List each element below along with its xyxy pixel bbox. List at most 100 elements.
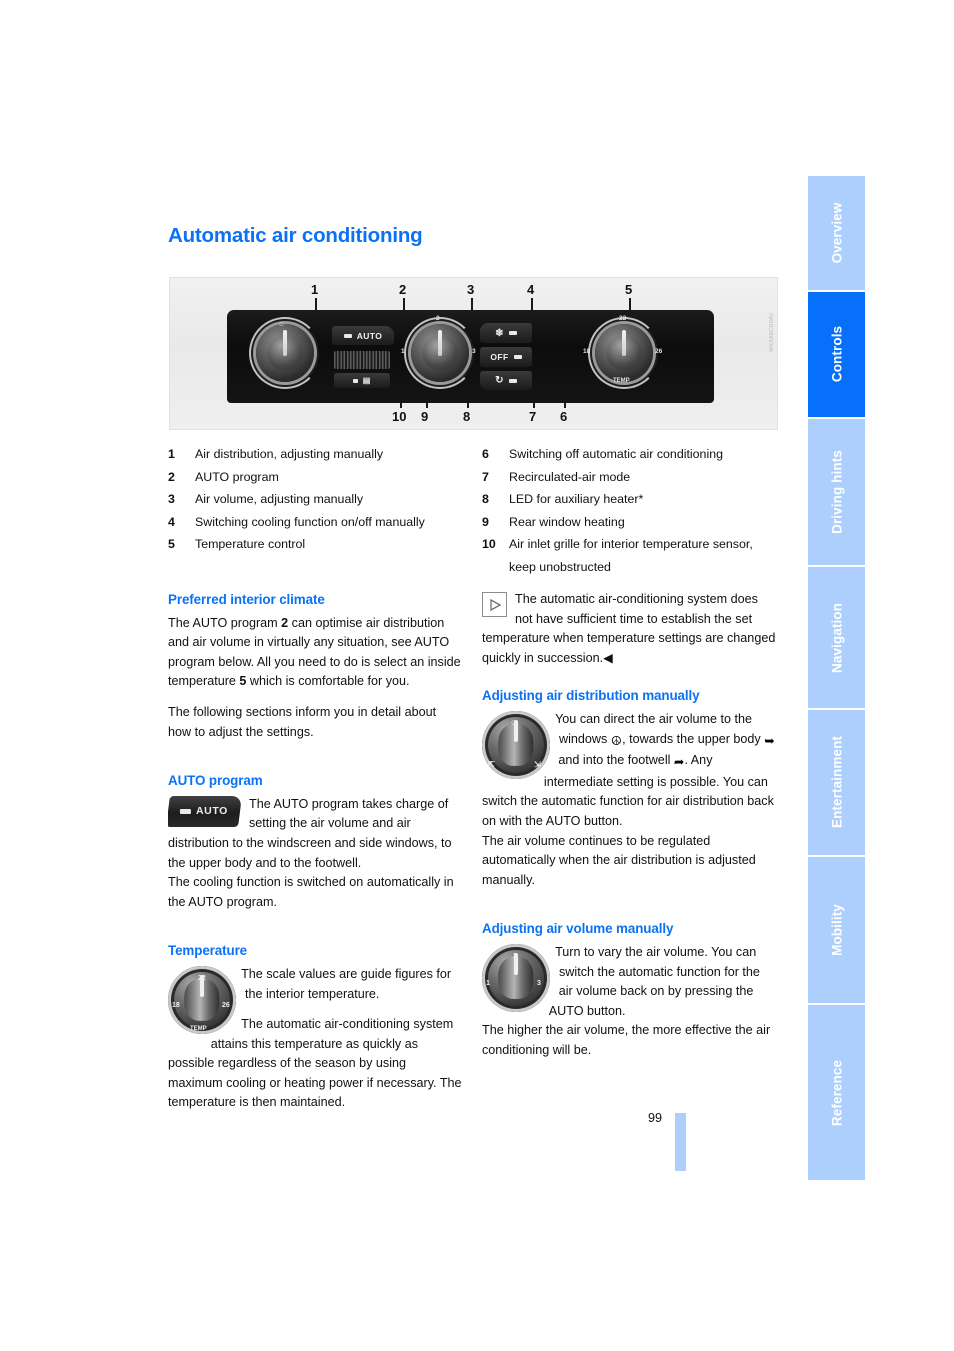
- off-button-label: OFF: [490, 352, 509, 362]
- sidebar-item-overview[interactable]: Overview: [808, 176, 865, 292]
- auto-thumb-led: [180, 808, 192, 814]
- chapter-tab-rail: Overview Controls Driving hints Navigati…: [808, 176, 865, 1180]
- legend-text: Temperature control: [195, 537, 306, 552]
- body-column-right: The automatic air-conditioning system do…: [482, 590, 776, 1060]
- defrost-symbol: ☺: [278, 321, 285, 328]
- text-run: , towards the upper body: [622, 731, 765, 746]
- tab-label: Overview: [829, 202, 844, 264]
- heading-auto-program: AUTO program: [168, 773, 263, 789]
- sidebar-item-reference[interactable]: Reference: [808, 1005, 865, 1180]
- auto-button[interactable]: AUTO: [332, 326, 394, 345]
- temp-tick-18: 18: [583, 348, 591, 355]
- windscreen-defrost-symbol: ☮: [610, 733, 623, 748]
- air-distribution-knob[interactable]: ☺: [249, 317, 321, 389]
- temp-thumb-tick-22: 22: [198, 974, 206, 982]
- volume-thumb-tick-1: 1: [486, 979, 490, 987]
- legend-column-left: 1 Air distribution, adjusting manually 2…: [168, 443, 468, 556]
- heading-adjusting-air-volume: Adjusting air volume manually: [482, 921, 674, 937]
- air-volume-tick-1: 1: [401, 348, 405, 355]
- callout-10: 10: [392, 409, 407, 424]
- paragraph-auto-program-2: The cooling function is switched on auto…: [168, 875, 454, 909]
- upper-body-symbol: ⇲: [534, 759, 541, 769]
- off-button[interactable]: OFF: [480, 347, 532, 367]
- legend-text: AUTO program: [195, 469, 279, 484]
- sidebar-item-controls[interactable]: Controls: [808, 291, 865, 419]
- tab-label: Mobility: [829, 904, 844, 956]
- legend-item: 2 AUTO program: [168, 466, 468, 489]
- temperature-block: 18 22 26 TEMP The scale values are guide…: [168, 965, 462, 1113]
- heading-temperature: Temperature: [168, 943, 248, 959]
- auto-program-block: AUTO The AUTO program takes charge of se…: [168, 795, 462, 873]
- air-volume-tick-2: 2: [436, 315, 440, 322]
- knob-pointer: [283, 330, 287, 356]
- defrost-symbol: ☺: [510, 717, 519, 727]
- text-run: and into the footwell: [558, 753, 674, 768]
- footwell-symbol: ⇱: [488, 759, 495, 769]
- temperature-knob[interactable]: 18 22 26 TEMP: [583, 315, 662, 389]
- rear-heating-led: [352, 378, 358, 383]
- text-run: which is comfortable for you.: [246, 674, 410, 689]
- temp-tick-22: 22: [619, 315, 627, 322]
- air-distribution-block: ☺ ⇱ ⇲ You can direct the air volume to t…: [482, 710, 776, 832]
- legend-number: 1: [168, 447, 175, 461]
- text-run: The automatic air-conditioning system do…: [482, 592, 776, 665]
- heading-adjusting-air-distribution: Adjusting air distribution manually: [482, 688, 700, 704]
- temp-thumb-label: TEMP: [190, 1025, 207, 1032]
- sidebar-item-driving-hints[interactable]: Driving hints: [808, 418, 865, 568]
- callout-7: 7: [529, 409, 537, 424]
- air-volume-tick-3: 3: [472, 348, 476, 355]
- heading-preferred-interior-climate: Preferred interior climate: [168, 592, 325, 607]
- legend-item: 9 Rear window heating: [482, 511, 782, 534]
- auto-thumb-label: AUTO: [196, 804, 228, 817]
- body-column-left: Preferred interior climate The AUTO prog…: [168, 590, 462, 1113]
- legend-item: 8 LED for auxiliary heater*: [482, 488, 782, 511]
- temp-thumb-tick-18: 18: [172, 1001, 180, 1009]
- callout-3: 3: [467, 282, 475, 297]
- legend-number: 7: [482, 469, 489, 484]
- tab-label: Controls: [829, 325, 844, 383]
- air-volume-knob[interactable]: 1 2 3: [401, 315, 476, 389]
- legend-item: 10 Air inlet grille for interior tempera…: [482, 533, 782, 578]
- note-triangle-icon: [482, 592, 507, 617]
- volume-thumb-tick-3: 3: [537, 979, 541, 987]
- temperature-knob-thumbnail: 18 22 26 TEMP: [168, 965, 236, 1034]
- tab-label: Entertainment: [829, 736, 844, 829]
- rear-window-heating-button[interactable]: ▤: [334, 373, 390, 388]
- paragraph-note: The automatic air-conditioning system do…: [482, 590, 776, 668]
- legend-number: 8: [482, 492, 489, 507]
- air-volume-block: 1 2 3 Turn to vary the air volume. You c…: [482, 943, 776, 1021]
- knob-pointer: [622, 330, 626, 356]
- temp-thumb-tick-26: 26: [222, 1001, 230, 1009]
- cooling-function-button[interactable]: ❄: [480, 323, 532, 343]
- sidebar-item-mobility[interactable]: Mobility: [808, 856, 865, 1006]
- recirculated-air-button[interactable]: ↻: [480, 371, 532, 390]
- callout-1: 1: [311, 282, 319, 297]
- volume-thumb-tick-2: 2: [513, 952, 517, 960]
- tab-label: Navigation: [829, 602, 844, 673]
- paragraph-air-volume-2: The higher the air volume, the more effe…: [482, 1023, 771, 1057]
- legend-text: Recirculated-air mode: [509, 469, 631, 484]
- footwell-vent-symbol: ➦: [673, 755, 685, 770]
- callout-4: 4: [527, 282, 535, 297]
- page-title: Automatic air conditioning: [168, 224, 423, 247]
- document-page: Automatic air conditioning 1 2 3 4 5 10 …: [0, 0, 954, 1351]
- legend-number: 2: [168, 469, 175, 484]
- off-led: [513, 355, 522, 359]
- legend-number: 6: [482, 447, 489, 461]
- callout-5: 5: [625, 282, 633, 297]
- temp-label: TEMP: [613, 378, 630, 384]
- legend-item: 4 Switching cooling function on/off manu…: [168, 511, 468, 534]
- paragraph-preferred-climate-2: The following sections inform you in det…: [168, 704, 437, 739]
- control-panel-figure: 1 2 3 4 5 10 9 8 7 6 ☺ AUTO ▤ 1 2 3 ❄ OF…: [169, 277, 778, 430]
- sidebar-item-entertainment[interactable]: Entertainment: [808, 709, 865, 857]
- recirculation-led: [508, 378, 517, 383]
- snowflake-icon: ❄: [495, 327, 504, 339]
- sidebar-item-navigation[interactable]: Navigation: [808, 567, 865, 710]
- air-distribution-knob-thumbnail: ☺ ⇱ ⇲: [482, 710, 550, 779]
- paragraph-air-distribution-2: The air volume continues to be regulated…: [482, 833, 756, 887]
- legend-text: Rear window heating: [509, 514, 625, 529]
- page-marker-bar: [675, 1113, 686, 1171]
